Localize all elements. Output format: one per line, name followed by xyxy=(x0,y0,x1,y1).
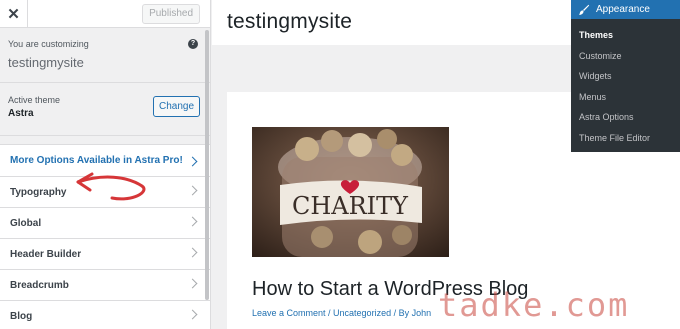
sidebar-item-label: Typography xyxy=(10,186,67,198)
sidebar-item-label: Blog xyxy=(10,310,33,322)
published-button[interactable]: Published xyxy=(142,4,200,24)
admin-item-widgets[interactable]: Widgets xyxy=(571,66,680,87)
chevron-right-icon xyxy=(187,278,198,289)
astra-pro-upsell-label: More Options Available in Astra Pro! xyxy=(10,155,183,166)
sidebar-item-label: Global xyxy=(10,217,42,229)
sidebar-item-header-builder[interactable]: Header Builder xyxy=(0,239,210,270)
appearance-menu-label: Appearance xyxy=(596,4,650,15)
charity-jar-illustration: CHARITY xyxy=(252,127,449,257)
post-meta[interactable]: Leave a Comment / Uncategorized / By Joh… xyxy=(252,308,431,318)
active-theme-section: Active theme Astra Change xyxy=(0,83,210,136)
sidebar-item-blog[interactable]: Blog xyxy=(0,301,210,329)
chevron-right-icon xyxy=(187,216,198,227)
chevron-right-icon xyxy=(187,156,198,167)
close-icon[interactable]: ✕ xyxy=(0,0,28,28)
customizer-topbar: ✕ Published xyxy=(0,0,210,28)
admin-item-astra-options[interactable]: Astra Options xyxy=(571,107,680,128)
customizer-sidebar: ✕ Published You are customizing testingm… xyxy=(0,0,211,329)
paintbrush-icon xyxy=(579,4,590,15)
appearance-menu-header[interactable]: Appearance xyxy=(571,0,680,19)
sidebar-item-breadcrumb[interactable]: Breadcrumb xyxy=(0,270,210,301)
customizing-info: You are customizing testingmysite ? xyxy=(0,28,210,83)
sidebar-item-label: Header Builder xyxy=(10,248,82,260)
customizing-site-name: testingmysite xyxy=(8,55,84,70)
help-icon[interactable]: ? xyxy=(188,39,198,49)
chevron-right-icon xyxy=(187,309,198,320)
admin-item-menus[interactable]: Menus xyxy=(571,87,680,108)
red-arrow-annotation xyxy=(76,172,146,201)
chevron-right-icon xyxy=(187,247,198,258)
sidebar-scrollbar[interactable] xyxy=(205,30,209,300)
chevron-right-icon xyxy=(187,185,198,196)
admin-item-themes[interactable]: Themes xyxy=(571,25,680,46)
customizing-label: You are customizing xyxy=(8,39,89,49)
appearance-admin-menu: Appearance Themes Customize Widgets Menu… xyxy=(571,0,680,152)
watermark-text: tadke.com xyxy=(438,286,630,324)
admin-item-theme-file-editor[interactable]: Theme File Editor xyxy=(571,128,680,149)
appearance-submenu: Themes Customize Widgets Menus Astra Opt… xyxy=(571,19,680,148)
featured-image[interactable]: CHARITY xyxy=(252,127,449,257)
admin-item-customize[interactable]: Customize xyxy=(571,46,680,67)
change-theme-button[interactable]: Change xyxy=(153,96,200,117)
charity-label-text: CHARITY xyxy=(292,192,409,220)
sidebar-item-label: Breadcrumb xyxy=(10,279,69,291)
